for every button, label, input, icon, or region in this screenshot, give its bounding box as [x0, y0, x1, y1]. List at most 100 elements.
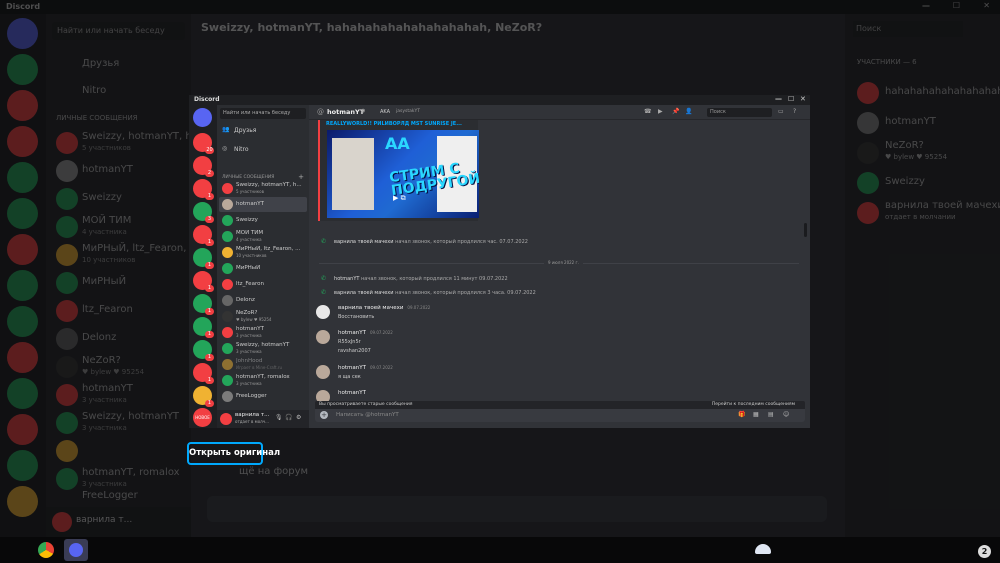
- dm-name: hotmanYT, romalox: [236, 374, 290, 380]
- avatar: [56, 160, 78, 182]
- message-input-placeholder: Написать @hotmanYT: [336, 412, 399, 418]
- bg-server[interactable]: [7, 450, 38, 481]
- avatar: [316, 305, 330, 319]
- message-author: hotmanYT 09.07.2022: [338, 365, 393, 371]
- dm-item: hotmanYT 3 участника: [219, 325, 307, 340]
- avatar: [222, 391, 233, 402]
- user-name: варнила т...: [235, 412, 270, 418]
- minimize-icon[interactable]: —: [922, 1, 930, 10]
- bg-dm-name[interactable]: hotmanYT: [82, 383, 133, 394]
- add-dm-icon: +: [298, 173, 304, 181]
- bg-member-name[interactable]: NeZoR?: [885, 140, 924, 151]
- call-user: hotmanYT: [334, 276, 360, 282]
- bg-user-panel: варнила т...: [46, 507, 191, 537]
- bg-nav-friends[interactable]: Друзья: [82, 58, 119, 69]
- avatar: [222, 279, 233, 290]
- bg-server[interactable]: [7, 270, 38, 301]
- bg-server[interactable]: [7, 198, 38, 229]
- dm-sub: 5 участников: [236, 189, 264, 194]
- bg-server[interactable]: [7, 342, 38, 373]
- bg-server[interactable]: [7, 486, 38, 517]
- avatar: [857, 202, 879, 224]
- server-icon: 1: [193, 294, 214, 315]
- chrome-icon[interactable]: [38, 542, 54, 558]
- bg-dm-name[interactable]: hotmanYT, romalox: [82, 467, 180, 478]
- bg-dm-name[interactable]: NeZoR?: [82, 355, 121, 366]
- video-icon: ▶: [658, 108, 663, 115]
- bg-member-name[interactable]: Sweizzy: [885, 176, 925, 187]
- bg-server[interactable]: [7, 54, 38, 85]
- bg-server[interactable]: [7, 90, 38, 121]
- add-attachment-icon: +: [320, 411, 328, 419]
- popup-user-panel: варнила т... отдает в молч... 🎙 🎧 ⚙: [217, 410, 309, 428]
- dm-name: ltz_Fearon: [236, 281, 264, 287]
- message-author: hotmanYT: [338, 390, 366, 396]
- jump-to-latest: Перейти к последним сообщениям: [711, 402, 795, 407]
- bg-dm-name[interactable]: Sweizzy, hotmanYT: [82, 411, 179, 422]
- bg-dm-name[interactable]: Sweizzy: [82, 192, 122, 203]
- bg-server[interactable]: [7, 414, 38, 445]
- bg-dm-name[interactable]: ltz_Fearon: [82, 304, 133, 315]
- avatar: [222, 263, 233, 274]
- dm-item: JohnHood Играет в Mine-Craft.ru: [219, 357, 307, 372]
- nav-friends: Друзья: [234, 127, 257, 134]
- user-status: отдает в молч...: [235, 419, 269, 424]
- dm-sub: 3 участника: [236, 381, 262, 386]
- avatar: [222, 183, 233, 194]
- bg-dm-name[interactable]: hotmanYT: [82, 164, 133, 175]
- bg-member-name[interactable]: hahahahahahahahahahah: [885, 86, 1000, 97]
- message-text: R55xJn5r: [338, 339, 361, 345]
- image-preview: Discord — ☐ ✕ 20 2 1 3 1 1 1 1 1 1 1 1 Н…: [189, 95, 810, 428]
- call-user: варнила твоей мачехи: [334, 239, 394, 245]
- avatar: [56, 216, 78, 238]
- thumbnail-text: AA: [385, 134, 410, 153]
- pin-icon: 📌: [672, 108, 680, 115]
- bg-server[interactable]: [7, 378, 38, 409]
- bg-member-name[interactable]: варнила твоей мачехи: [885, 200, 1000, 211]
- bg-server[interactable]: [7, 162, 38, 193]
- server-icon: 1: [193, 317, 214, 338]
- bg-nav-nitro[interactable]: Nitro: [82, 85, 106, 96]
- maximize-icon[interactable]: ☐: [953, 1, 960, 10]
- dm-sub: ♥ bylew ♥ 95254: [236, 317, 272, 322]
- bg-server[interactable]: [7, 306, 38, 337]
- avatar: [56, 468, 78, 490]
- bg-dm-name[interactable]: МОЙ ТИМ: [82, 215, 131, 226]
- popup-server-rail: 20 2 1 3 1 1 1 1 1 1 1 1 НОВОЕ: [189, 105, 217, 428]
- bg-dm-name[interactable]: МиРНыЙ, ltz_Fearon, ...: [82, 243, 199, 254]
- avatar: [56, 412, 78, 434]
- bg-home-icon[interactable]: [7, 18, 38, 49]
- aka-name: јаѕуѕtakYT: [396, 109, 420, 114]
- notification-badge[interactable]: 2: [978, 545, 991, 558]
- bg-message-input[interactable]: [207, 496, 827, 522]
- avatar: [56, 272, 78, 294]
- status-icon: ◉: [361, 108, 366, 114]
- bg-search-input[interactable]: Найти или начать беседу: [52, 22, 185, 40]
- popup-dm-sidebar: Найти или начать беседу 👥 Друзья ◎ Nitro…: [217, 105, 309, 428]
- call-text: начал звонок, который продлился час. 07.…: [395, 239, 528, 245]
- open-original-button[interactable]: Открыть оригинал: [187, 442, 280, 465]
- bg-dm-header: ЛИЧНЫЕ СООБЩЕНИЯ: [56, 114, 138, 122]
- taskbar-discord-button[interactable]: [64, 539, 88, 561]
- bg-search[interactable]: Поиск: [853, 21, 963, 37]
- dm-sub: 10 участников: [236, 253, 267, 258]
- avatar: [857, 142, 879, 164]
- chat-header: @ hotmanYT ◉ AKA јаѕуѕtakYT ☎ ▶ 📌 👤 Поис…: [309, 105, 810, 120]
- bg-member-name[interactable]: hotmanYT: [885, 116, 936, 127]
- dm-sub: 4 участника: [236, 237, 262, 242]
- dm-item: Sweizzy, hotmanYT 3 участника: [219, 341, 307, 356]
- date-divider: 9 июля 2022 г.: [319, 260, 799, 265]
- bg-server[interactable]: [7, 126, 38, 157]
- bg-server[interactable]: [7, 234, 38, 265]
- bg-dm-name[interactable]: МиРНыЙ: [82, 276, 126, 287]
- dm-sub: 3 участника: [236, 333, 262, 338]
- bg-dm-name[interactable]: FreeLogger: [82, 490, 138, 501]
- add-friend-icon: 👤: [685, 108, 693, 115]
- close-icon[interactable]: ✕: [983, 1, 990, 10]
- bg-dm-name[interactable]: Delonz: [82, 332, 116, 343]
- call-event: ✆ hotmanYT начал звонок, который продлилс…: [321, 275, 508, 282]
- weather-icon[interactable]: [755, 544, 771, 554]
- dm-item: МОЙ ТИМ 4 участника: [219, 229, 307, 244]
- avatar: [222, 231, 233, 242]
- phone-icon: ✆: [321, 289, 327, 296]
